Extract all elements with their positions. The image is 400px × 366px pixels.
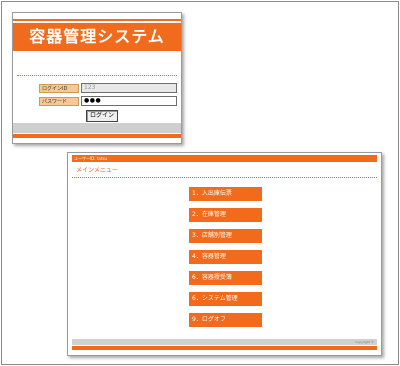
login-id-row: ログインID 123 — [39, 83, 177, 93]
user-info-bar: ユーザーID: tatsu — [72, 155, 377, 162]
main-menu-window: ユーザーID: tatsu メインメニュー 1．入出庫伝票 2．在庫管理 3．店… — [67, 152, 382, 356]
footer-bar — [13, 123, 181, 133]
footer-accent-bar — [13, 134, 181, 138]
menu-item-container[interactable]: 4．容器管理 — [189, 250, 262, 264]
password-row: パスワード ●●● — [39, 96, 177, 106]
password-input[interactable]: ●●● — [81, 96, 177, 106]
menu-item-store[interactable]: 3．店舗別管理 — [189, 229, 262, 243]
page-title: メインメニュー — [76, 167, 118, 174]
menu-item-inventory[interactable]: 2．在庫管理 — [189, 208, 262, 222]
menu-item-slip[interactable]: 1．入出庫伝票 — [189, 187, 262, 201]
login-id-input[interactable]: 123 — [81, 83, 177, 93]
login-button[interactable]: ログイン — [86, 110, 118, 122]
footer-accent-bar — [72, 346, 377, 350]
header-accent-line — [13, 19, 181, 21]
password-label: パスワード — [39, 96, 79, 106]
menu-item-transfer-log[interactable]: 6．容器授受簿 — [189, 271, 262, 285]
menu-item-system[interactable]: 6．システム管理 — [189, 292, 262, 306]
divider — [17, 75, 177, 76]
footer-bar: Copyright © — [72, 339, 377, 345]
app-title-banner: 容器管理システム — [13, 23, 181, 51]
login-id-label: ログインID — [39, 83, 79, 93]
login-window: 容器管理システム ログインID 123 パスワード ●●● ログイン — [12, 12, 182, 144]
menu-item-logoff[interactable]: 9．ログオフ — [189, 313, 262, 327]
divider — [72, 177, 377, 178]
